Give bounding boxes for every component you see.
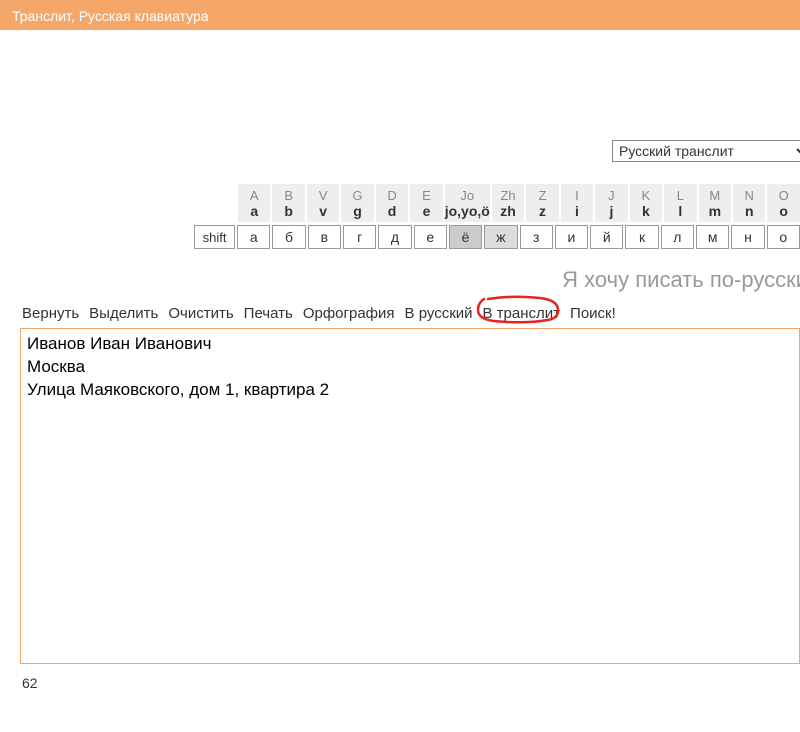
keymap-cell: Jj [595, 184, 627, 222]
keymap-translit: v [319, 203, 327, 219]
key-м[interactable]: м [696, 225, 729, 249]
key-г[interactable]: г [343, 225, 376, 249]
key-к[interactable]: к [625, 225, 658, 249]
key-а[interactable]: а [237, 225, 270, 249]
keymap-translit: k [642, 203, 650, 219]
keymap-cell: Oo [767, 184, 799, 222]
key-з[interactable]: з [520, 225, 553, 249]
tool-очистить[interactable]: Очистить [168, 305, 233, 322]
keymap-cell: Ii [561, 184, 593, 222]
keymap-cell: Bb [272, 184, 304, 222]
toolbar: Вернуть Выделить Очистить Печать Орфография В… [0, 299, 800, 328]
keymap-top-row: AaBbVvGgDdEeJojo,yo,öZhzhZzIiJjKkLlMmNnO… [238, 184, 800, 222]
keymap-latin: B [284, 188, 293, 203]
key-о[interactable]: о [767, 225, 800, 249]
keymap-translit: zh [500, 203, 516, 219]
keymap-latin: K [642, 188, 651, 203]
keymap-translit: n [745, 203, 754, 219]
header-bar: Транслит, Русская клавиатура [0, 0, 800, 30]
tool-выделить[interactable]: Выделить [89, 305, 158, 322]
tool-поиск-[interactable]: Поиск! [570, 305, 616, 322]
tool-в-русский[interactable]: В русский [405, 305, 473, 322]
keymap-latin: L [677, 188, 684, 203]
keymap-translit: b [284, 203, 293, 219]
keymap-cell: Ll [664, 184, 696, 222]
char-counter: 62 [0, 669, 800, 691]
key-е[interactable]: е [414, 225, 447, 249]
keymap-latin: D [387, 188, 396, 203]
keymap-latin: N [745, 188, 754, 203]
keymap-latin: A [250, 188, 259, 203]
tool-вернуть[interactable]: Вернуть [22, 305, 79, 322]
keymap-cell: Dd [376, 184, 408, 222]
keymap-cell: Kk [630, 184, 662, 222]
tool-в-транслит[interactable]: В транслит [483, 305, 561, 322]
key-н[interactable]: н [731, 225, 764, 249]
keymap-translit: m [709, 203, 721, 219]
keymap-translit: g [353, 203, 362, 219]
key-й[interactable]: й [590, 225, 623, 249]
key-б[interactable]: б [272, 225, 305, 249]
keymap-translit: z [539, 203, 546, 219]
keymap-translit: e [423, 203, 431, 219]
key-и[interactable]: и [555, 225, 588, 249]
key-ж[interactable]: ж [484, 225, 517, 249]
tool-печать[interactable]: Печать [244, 305, 293, 322]
key-д[interactable]: д [378, 225, 411, 249]
keymap-translit: jo,yo,ö [445, 203, 490, 219]
keymap-translit: d [388, 203, 397, 219]
tagline: Я хочу писать по-русски [0, 249, 800, 299]
keymap-cell: Jojo,yo,ö [445, 184, 490, 222]
keymap-cell: Ee [410, 184, 442, 222]
keymap-latin: Zh [500, 188, 515, 203]
keymap-latin: Z [539, 188, 547, 203]
keymap-latin: Jo [460, 188, 474, 203]
key-ё[interactable]: ё [449, 225, 482, 249]
editor-textarea[interactable] [20, 328, 800, 664]
keymap-translit: j [609, 203, 613, 219]
spacer [0, 30, 800, 140]
keymap-cell: Vv [307, 184, 339, 222]
keymap-cell: Aa [238, 184, 270, 222]
keymap-latin: E [422, 188, 431, 203]
key-row: shiftабвгдеёжзийклмно [0, 225, 800, 249]
keymap-cell: Nn [733, 184, 765, 222]
mode-select[interactable]: Русский транслит [612, 140, 800, 162]
keymap-latin: J [608, 188, 615, 203]
tool-орфография[interactable]: Орфография [303, 305, 395, 322]
keymap: AaBbVvGgDdEeJojo,yo,öZhzhZzIiJjKkLlMmNnO… [0, 184, 800, 222]
keymap-latin: O [779, 188, 789, 203]
keymap-translit: l [678, 203, 682, 219]
keymap-translit: a [250, 203, 258, 219]
key-в[interactable]: в [308, 225, 341, 249]
keymap-translit: o [779, 203, 788, 219]
keymap-latin: G [353, 188, 363, 203]
keymap-cell: Gg [341, 184, 373, 222]
keymap-translit: i [575, 203, 579, 219]
mode-select-row: Русский транслит [0, 140, 800, 162]
keymap-cell: Mm [699, 184, 731, 222]
keymap-cell: Zz [526, 184, 558, 222]
key-л[interactable]: л [661, 225, 694, 249]
keymap-cell: Zhzh [492, 184, 524, 222]
keymap-latin: I [575, 188, 579, 203]
shift-key[interactable]: shift [194, 225, 235, 249]
page-title: Транслит, Русская клавиатура [12, 8, 209, 24]
keymap-latin: M [709, 188, 720, 203]
keymap-latin: V [319, 188, 328, 203]
